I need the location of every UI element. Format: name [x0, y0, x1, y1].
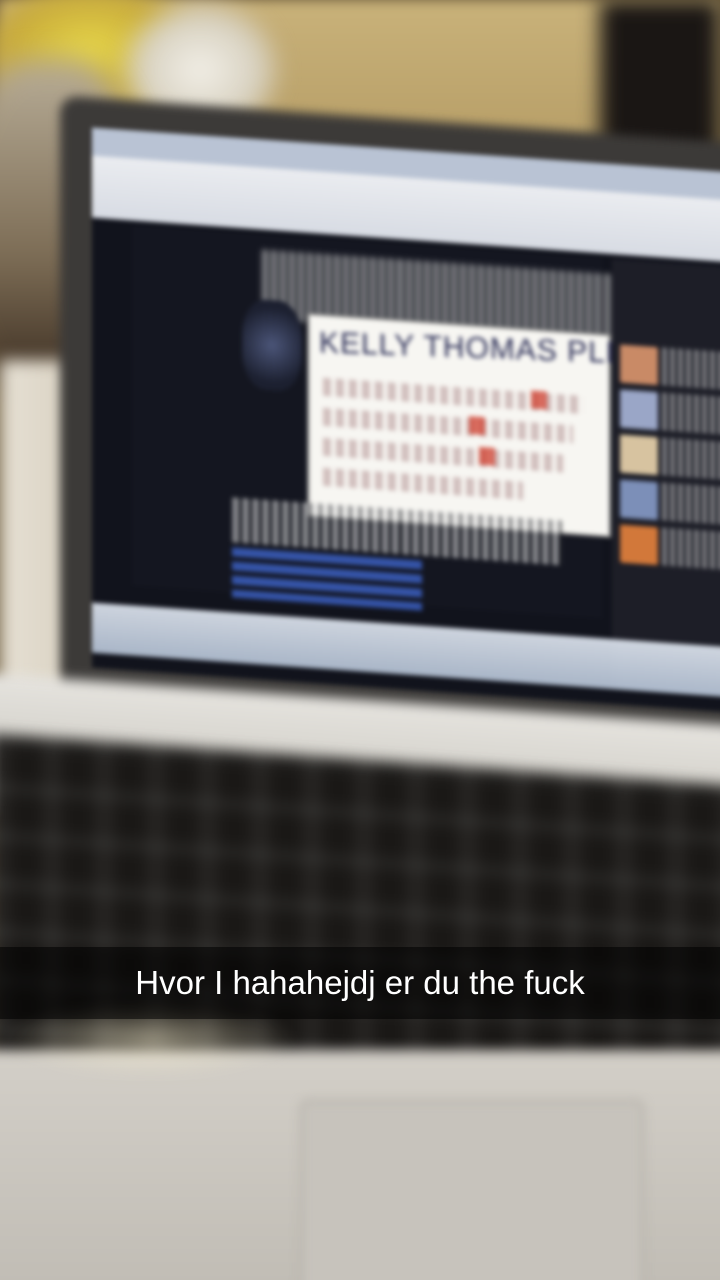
snap-photo: KELLY THOMAS PLEAS Hvor I hahahejdj er d… [0, 0, 720, 1280]
whiteboard-red-mark [479, 446, 495, 466]
snap-caption-text: Hvor I hahahejdj er du the fuck [135, 964, 585, 1001]
whiteboard-title: KELLY THOMAS PLEAS [319, 326, 669, 372]
whiteboard-line [323, 437, 563, 473]
video-thumbnail [620, 344, 658, 386]
video-thumbnail [620, 434, 658, 476]
whiteboard-red-mark [531, 390, 547, 410]
video-person [242, 298, 302, 393]
whiteboard-line [323, 467, 523, 500]
video-thumbnail [620, 389, 658, 431]
laptop-screen: KELLY THOMAS PLEAS [92, 127, 720, 713]
sidebar-text [662, 482, 720, 526]
whiteboard-line [323, 407, 573, 444]
whiteboard-sign: KELLY THOMAS PLEAS [307, 312, 669, 538]
laptop-trackpad [300, 1100, 644, 1280]
video-thumbnail [620, 524, 658, 566]
sidebar-text [662, 392, 720, 436]
video-thumbnail [620, 479, 658, 521]
sidebar-text [662, 437, 720, 481]
sidebar-text [662, 527, 720, 571]
sidebar-text [662, 347, 720, 391]
whiteboard-red-mark [469, 415, 485, 436]
snap-caption-bar[interactable]: Hvor I hahahejdj er du the fuck [0, 947, 720, 1019]
